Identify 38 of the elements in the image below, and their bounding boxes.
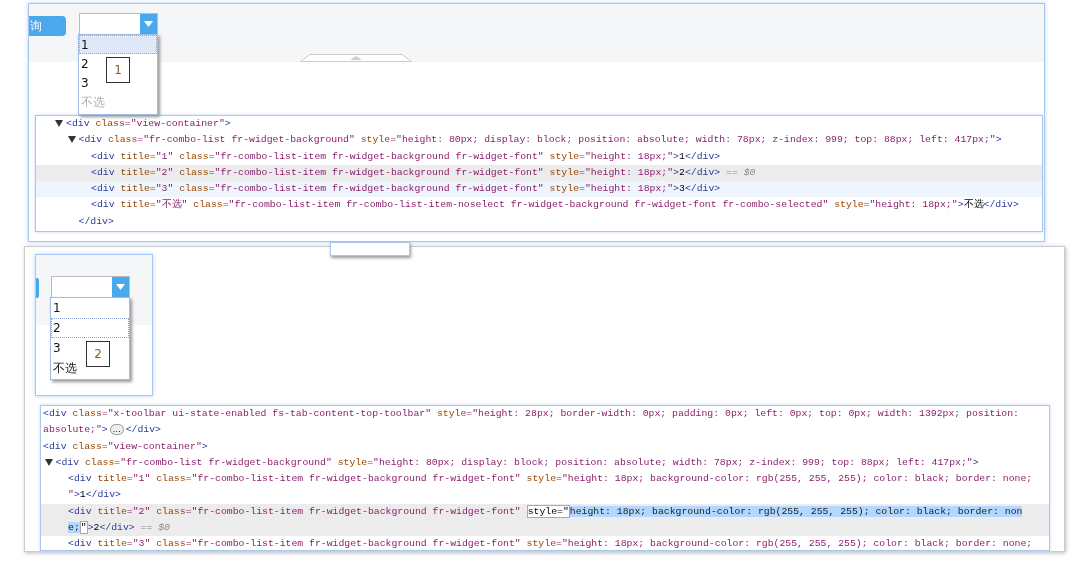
- dropdown-option[interactable]: 2: [51, 318, 129, 338]
- dropdown-option[interactable]: 1: [79, 35, 157, 54]
- code-text: <div class="fr-combo-list fr-widget-background" style="height: 80px; display: block; position: absolute; width: 78px; z-index: 999; top: 88px; left: 417px;">: [55, 456, 979, 468]
- code-text: <div class="view-container">: [66, 118, 231, 129]
- code-text: <div class="view-container">: [43, 440, 208, 452]
- dropdown-option[interactable]: 2: [79, 54, 90, 73]
- code-text: </div>: [78, 215, 114, 227]
- ellipsis-button[interactable]: …: [109, 424, 124, 436]
- expand-arrow-icon[interactable]: [55, 120, 63, 127]
- combo-box[interactable]: [79, 13, 158, 35]
- code-text: ">1</div>: [68, 489, 121, 501]
- code-text: <div class="x-toolbar ui-state-enabled fs-tab-content-top-toolbar" style="height: 28px; border-width: 0px; padding: 0px; left: 0px; top: 0px; width: 1392px; position:: [43, 408, 1019, 419]
- combo-box[interactable]: [51, 276, 130, 298]
- expand-arrow-icon[interactable]: [67, 136, 76, 144]
- code-text: <div title="2" class="fr-combo-list-item fr-widget-background fr-widget-font" style="height: 18px; background-color: rgb(255, 255, 255); color: black; border: non: [68, 504, 1023, 518]
- dropdown-arrow-icon: [144, 21, 153, 27]
- code-text: </div>: [125, 424, 161, 436]
- code-text: <div title="1" class="fr-combo-list-item fr-widget-background fr-widget-font" style="height: 18px; background-color: rgb(255, 255, 255); color: black; border: none;: [68, 473, 1033, 485]
- dropdown-arrow-icon: [116, 284, 125, 290]
- dropdown-button[interactable]: [112, 277, 129, 297]
- dropdown-button[interactable]: [140, 14, 157, 34]
- code-text: <div class="fr-combo-list fr-widget-background" style="height: 80px; display: block; position: absolute; width: 78px; z-index: 999; top: 88px; left: 417px;">: [78, 134, 1002, 146]
- tab-edge[interactable]: [36, 278, 39, 298]
- dropdown-option[interactable]: 1: [51, 298, 62, 318]
- dropdown-option[interactable]: 不选: [51, 358, 78, 378]
- expand-arrow-icon[interactable]: [44, 458, 53, 466]
- code-text: absolute;">: [43, 424, 108, 436]
- code-text: e;">2</div> == $0: [68, 521, 170, 535]
- code-text: <div title="1" class="fr-combo-list-item fr-widget-background fr-widget-font" style="height: 18px;">1</div>: [91, 150, 721, 162]
- dropdown-option[interactable]: 3: [79, 73, 90, 92]
- code-text: <div title="3" class="fr-combo-list-item fr-widget-background fr-widget-font" style="height: 18px; background-color: rgb(255, 255, 255); color: black; border: none;: [68, 538, 1033, 550]
- code-text: <div title="2" class="fr-combo-list-item fr-widget-background fr-widget-font" style="height: 18px;">2</div> == $0: [91, 166, 756, 178]
- callout-number: 2: [86, 341, 110, 367]
- dropdown-option[interactable]: 3: [51, 338, 62, 358]
- collapse-handle[interactable]: [300, 54, 412, 62]
- code-text: <div title="3" class="fr-combo-list-item fr-widget-background fr-widget-font" style="height: 18px;">3</div>: [91, 183, 721, 195]
- callout-number: 1: [106, 57, 130, 83]
- code-text: <div title="不选" class="fr-combo-list-item fr-combo-list-item-noselect fr-widget-background fr-widget-font fr-combo-selected" style="height: 18px;">不选</div>: [91, 199, 1019, 211]
